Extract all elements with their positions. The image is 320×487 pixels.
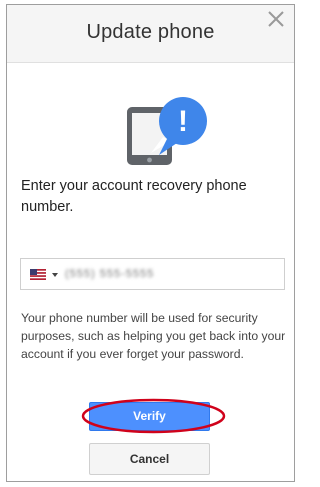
us-flag-icon (30, 269, 46, 280)
phone-number-field[interactable] (20, 258, 285, 290)
dialog-header: Update phone (7, 5, 294, 63)
dialog-title: Update phone (86, 21, 215, 43)
alert-glyph: ! (178, 105, 188, 138)
country-selector[interactable] (30, 269, 62, 281)
close-icon[interactable] (265, 8, 287, 30)
cancel-button[interactable]: Cancel (89, 443, 210, 475)
recovery-prompt: Enter your account recovery phone number… (21, 178, 247, 215)
phone-input[interactable] (65, 265, 265, 283)
verify-button[interactable]: Verify (89, 402, 210, 431)
phone-alert-icon: ! (127, 97, 207, 165)
chevron-down-icon (52, 273, 58, 277)
update-phone-dialog: Update phone ! Enter your account recove… (6, 4, 295, 482)
phone-usage-info: Your phone number will be used for secur… (21, 311, 286, 362)
